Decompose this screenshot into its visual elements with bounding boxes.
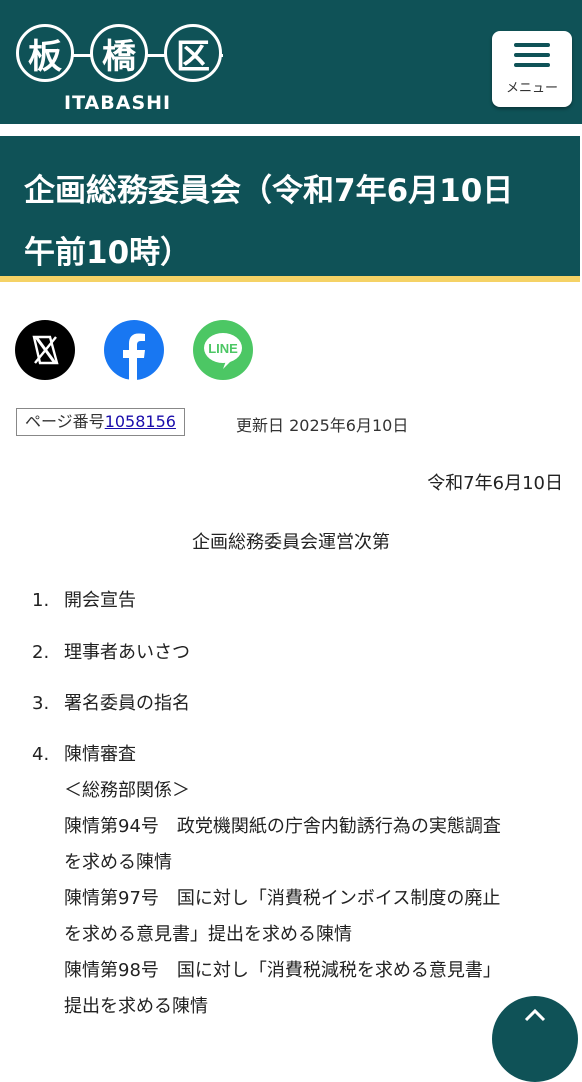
page-number: ページ番号1058156 xyxy=(16,408,185,436)
petition-line: 陳情第98号 国に対し「消費税減税を求める意見書」 xyxy=(64,960,501,981)
hamburger-icon-bar xyxy=(514,63,550,67)
page-title-box: 企画総務委員会（令和7年6月10日 午前10時） xyxy=(0,136,580,282)
list-item-number: 3. xyxy=(32,693,50,714)
petition-line: を求める意見書」提出を求める陳情 xyxy=(64,924,352,945)
page-number-link[interactable]: 1058156 xyxy=(105,412,176,431)
share-x-button[interactable] xyxy=(15,320,75,380)
list-item-text: 陳情審査 xyxy=(64,744,136,765)
logo-kanji-2: 橋 xyxy=(90,24,148,82)
line-icon: LINE xyxy=(204,333,242,369)
updated-date: 更新日 2025年6月10日 xyxy=(236,416,409,435)
petition-line: 陳情第94号 政党機関紙の庁舎内勧誘行為の実態調査 xyxy=(64,816,501,837)
petition-line: を求める陳情 xyxy=(64,852,172,873)
share-facebook-button[interactable] xyxy=(104,320,164,380)
chevron-up-icon xyxy=(524,1008,546,1022)
page-title: 企画総務委員会（令和7年6月10日 午前10時） xyxy=(24,173,545,271)
itabashi-logo[interactable]: 板 橋 区 ITABASHI xyxy=(12,18,227,118)
logo-kanji-3: 区 xyxy=(164,24,222,82)
share-line-button[interactable]: LINE xyxy=(193,320,253,380)
petition-line: 提出を求める陳情 xyxy=(64,996,208,1017)
logo-kanji-1: 板 xyxy=(16,24,74,82)
document-date: 令和7年6月10日 xyxy=(427,473,563,494)
back-to-top-button[interactable] xyxy=(492,996,578,1082)
list-item: 3. 署名委員の指名 xyxy=(32,689,190,715)
list-item: 2. 理事者あいさつ xyxy=(32,638,190,664)
line-icon-text: LINE xyxy=(208,341,238,356)
list-item: 1. 開会宣告 xyxy=(32,586,136,612)
list-item-number: 4. xyxy=(32,744,50,765)
list-item-text: 理事者あいさつ xyxy=(64,642,190,663)
hamburger-icon-bar xyxy=(514,53,550,57)
list-item-number: 1. xyxy=(32,590,50,611)
document-heading: 企画総務委員会運営次第 xyxy=(192,532,390,553)
list-item-text: 署名委員の指名 xyxy=(64,693,190,714)
list-item-text: 開会宣告 xyxy=(64,590,136,611)
list-item-number: 2. xyxy=(32,642,50,663)
petition-line: ＜総務部関係＞ xyxy=(64,780,190,801)
menu-button[interactable]: メニュー xyxy=(492,31,572,107)
hamburger-icon xyxy=(514,43,550,47)
petition-line: 陳情第97号 国に対し「消費税インボイス制度の廃止 xyxy=(64,888,501,909)
logo-roman: ITABASHI xyxy=(64,92,172,114)
facebook-icon xyxy=(123,333,145,380)
list-item: 4. 陳情審査 xyxy=(32,740,136,766)
page-number-label: ページ番号 xyxy=(25,412,105,431)
site-header: 板 橋 区 ITABASHI メニュー xyxy=(0,0,582,124)
menu-label: メニュー xyxy=(505,81,558,96)
x-icon xyxy=(32,335,59,365)
